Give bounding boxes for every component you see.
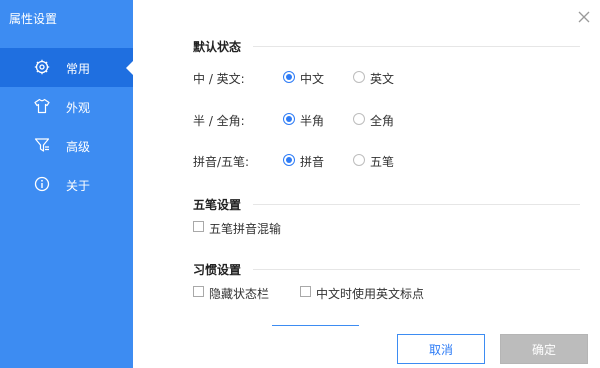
- shirt-icon: [34, 98, 50, 114]
- row-label-input-method: 拼音/五笔:: [193, 155, 250, 169]
- sidebar-item-appearance[interactable]: 外观: [0, 87, 133, 126]
- radio-wubi[interactable]: 五笔: [353, 153, 473, 169]
- info-icon: [34, 176, 50, 192]
- sidebar-item-label: 高级: [66, 140, 91, 154]
- sidebar-item-label: 关于: [66, 179, 91, 193]
- cancel-button[interactable]: 取消: [397, 334, 485, 364]
- sidebar-item-label: 外观: [66, 101, 91, 115]
- sidebar: 属性设置 常用 外观 高级 关于: [0, 0, 133, 368]
- checkbox-label: 中文时使用英文标点: [316, 287, 425, 301]
- radio-dot: [283, 71, 295, 83]
- section-title-wubi: 五笔设置: [193, 198, 242, 212]
- window-title: 属性设置: [9, 12, 58, 26]
- sidebar-item-advanced[interactable]: 高级: [0, 126, 133, 165]
- ok-button[interactable]: 确定: [500, 334, 588, 364]
- sidebar-item-about[interactable]: 关于: [0, 165, 133, 204]
- row-label-width: 半 / 全角:: [193, 114, 245, 128]
- divider: [253, 46, 580, 47]
- active-indicator: [126, 61, 133, 75]
- radio-label: 拼音: [300, 155, 325, 169]
- radio-label: 全角: [370, 114, 395, 128]
- radio-dot: [353, 71, 365, 83]
- radio-label: 半角: [300, 114, 325, 128]
- checkbox-label: 五笔拼音混输: [209, 222, 282, 236]
- sidebar-item-label: 常用: [66, 62, 91, 76]
- row-label-lang: 中 / 英文:: [193, 72, 245, 86]
- radio-dot: [283, 113, 295, 125]
- section-title-default-state: 默认状态: [193, 40, 242, 54]
- radio-label: 中文: [300, 72, 325, 86]
- close-icon[interactable]: [577, 10, 591, 24]
- divider: [253, 204, 580, 205]
- radio-dot: [353, 154, 365, 166]
- radio-dot: [283, 154, 295, 166]
- radio-label: 五笔: [370, 155, 395, 169]
- filter-icon: [34, 138, 50, 152]
- gear-icon: [34, 59, 50, 75]
- checkbox-box: [193, 286, 204, 297]
- radio-label: 英文: [370, 72, 395, 86]
- radio-full-width[interactable]: 全角: [353, 112, 473, 128]
- checkbox-box: [193, 221, 204, 232]
- divider: [253, 269, 580, 270]
- checkbox-label: 隐藏状态栏: [209, 287, 270, 301]
- sidebar-item-general[interactable]: 常用: [0, 48, 133, 87]
- section-title-habits: 习惯设置: [193, 263, 242, 277]
- radio-english[interactable]: 英文: [353, 70, 473, 86]
- checkbox-box: [300, 286, 311, 297]
- radio-dot: [353, 113, 365, 125]
